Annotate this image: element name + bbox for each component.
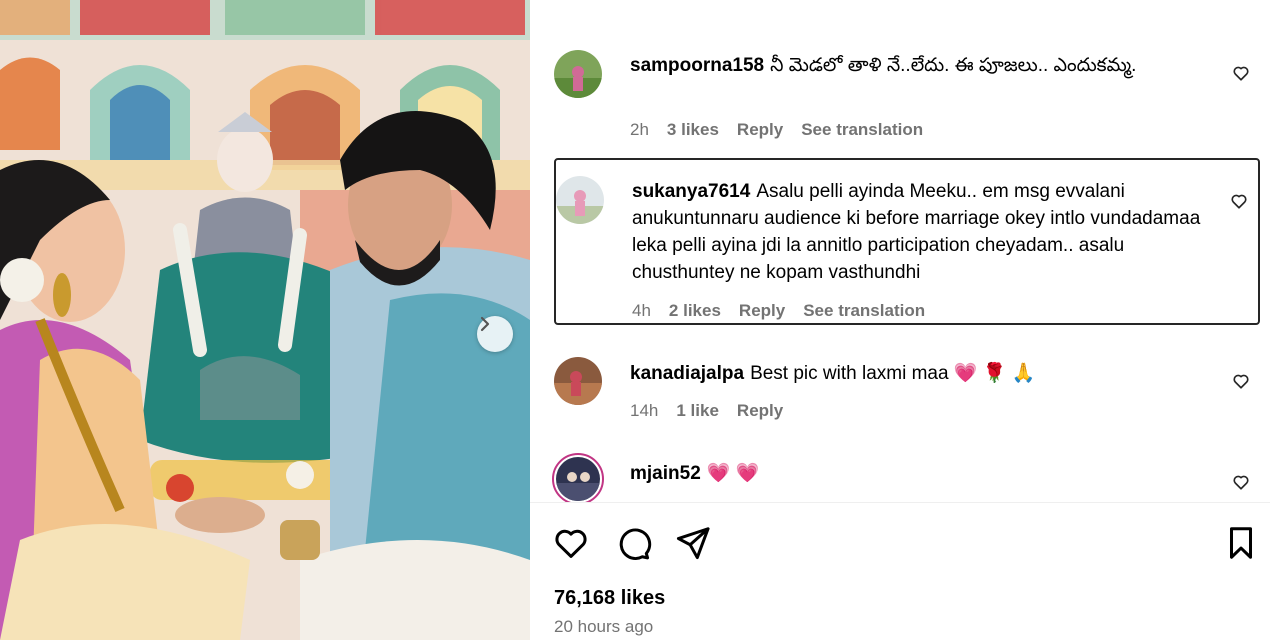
comment-text: kanadiajalpa Best pic with laxmi maa 💗 🌹 …	[630, 360, 1216, 387]
comment-content: Best pic with laxmi maa 💗 🌹 🙏	[750, 363, 1036, 384]
post-timestamp[interactable]: 20 hours ago	[554, 617, 653, 637]
comment-likes[interactable]: 3 likes	[667, 120, 719, 139]
divider	[530, 502, 1270, 503]
heart-icon[interactable]	[1232, 473, 1250, 491]
comment-username[interactable]: sukanya7614	[632, 181, 750, 202]
carousel-next-button[interactable]	[477, 316, 513, 352]
comment-meta: 14h 1 like Reply	[630, 401, 801, 421]
comments-list: sampoorna158 నీ మెడలో తాళి నే..లేదు. ఈ పూ…	[530, 0, 1270, 502]
comment-item: kanadiajalpa Best pic with laxmi maa 💗 🌹 …	[554, 357, 1260, 427]
comment-item-highlighted: sukanya7614 Asalu pelli ayinda Meeku.. em…	[554, 158, 1260, 325]
reply-button[interactable]: Reply	[737, 120, 783, 139]
post-image	[0, 0, 530, 640]
chevron-right-icon	[480, 316, 490, 332]
comment-age[interactable]: 2h	[630, 120, 649, 139]
comment-age[interactable]: 14h	[630, 401, 658, 420]
comment-item: mjain52 💗 💗	[552, 453, 1260, 502]
share-icon[interactable]	[674, 524, 712, 562]
comment-likes[interactable]: 2 likes	[669, 301, 721, 320]
heart-icon[interactable]	[1232, 372, 1250, 390]
comment-username[interactable]: mjain52	[630, 463, 701, 484]
comment-content: 💗 💗	[706, 463, 760, 484]
see-translation-button[interactable]: See translation	[801, 120, 923, 139]
photo-illustration	[0, 0, 530, 640]
comment-age[interactable]: 4h	[632, 301, 651, 320]
avatar[interactable]	[554, 50, 602, 98]
comment-meta: 2h 3 likes Reply See translation	[630, 120, 941, 140]
comment-username[interactable]: sampoorna158	[630, 55, 764, 76]
avatar[interactable]	[554, 357, 602, 405]
comment-username[interactable]: kanadiajalpa	[630, 363, 744, 384]
post-likes-count[interactable]: 76,168 likes	[554, 587, 665, 610]
comment-content: నీ మెడలో తాళి నే..లేదు. ఈ పూజలు.. ఎందుకమ…	[770, 55, 1137, 76]
heart-icon[interactable]	[1232, 64, 1250, 82]
heart-icon[interactable]	[552, 524, 590, 562]
avatar[interactable]	[556, 176, 604, 224]
post-side-panel: sampoorna158 నీ మెడలో తాళి నే..లేదు. ఈ పూ…	[530, 0, 1270, 640]
heart-icon[interactable]	[1230, 192, 1248, 210]
reply-button[interactable]: Reply	[737, 401, 783, 420]
comment-text: mjain52 💗 💗	[630, 460, 1216, 487]
comment-text: sampoorna158 నీ మెడలో తాళి నే..లేదు. ఈ పూ…	[630, 52, 1216, 79]
reply-button[interactable]: Reply	[739, 301, 785, 320]
comment-likes[interactable]: 1 like	[676, 401, 719, 420]
see-translation-button[interactable]: See translation	[803, 301, 925, 320]
comment-meta: 4h 2 likes Reply See translation	[632, 301, 943, 321]
comment-item: sampoorna158 నీ మెడలో తాళి నే..లేదు. ఈ పూ…	[554, 50, 1260, 145]
avatar[interactable]	[552, 453, 604, 502]
comment-icon[interactable]	[614, 524, 652, 562]
comment-text: sukanya7614 Asalu pelli ayinda Meeku.. em…	[632, 178, 1214, 286]
bookmark-icon[interactable]	[1222, 524, 1260, 562]
